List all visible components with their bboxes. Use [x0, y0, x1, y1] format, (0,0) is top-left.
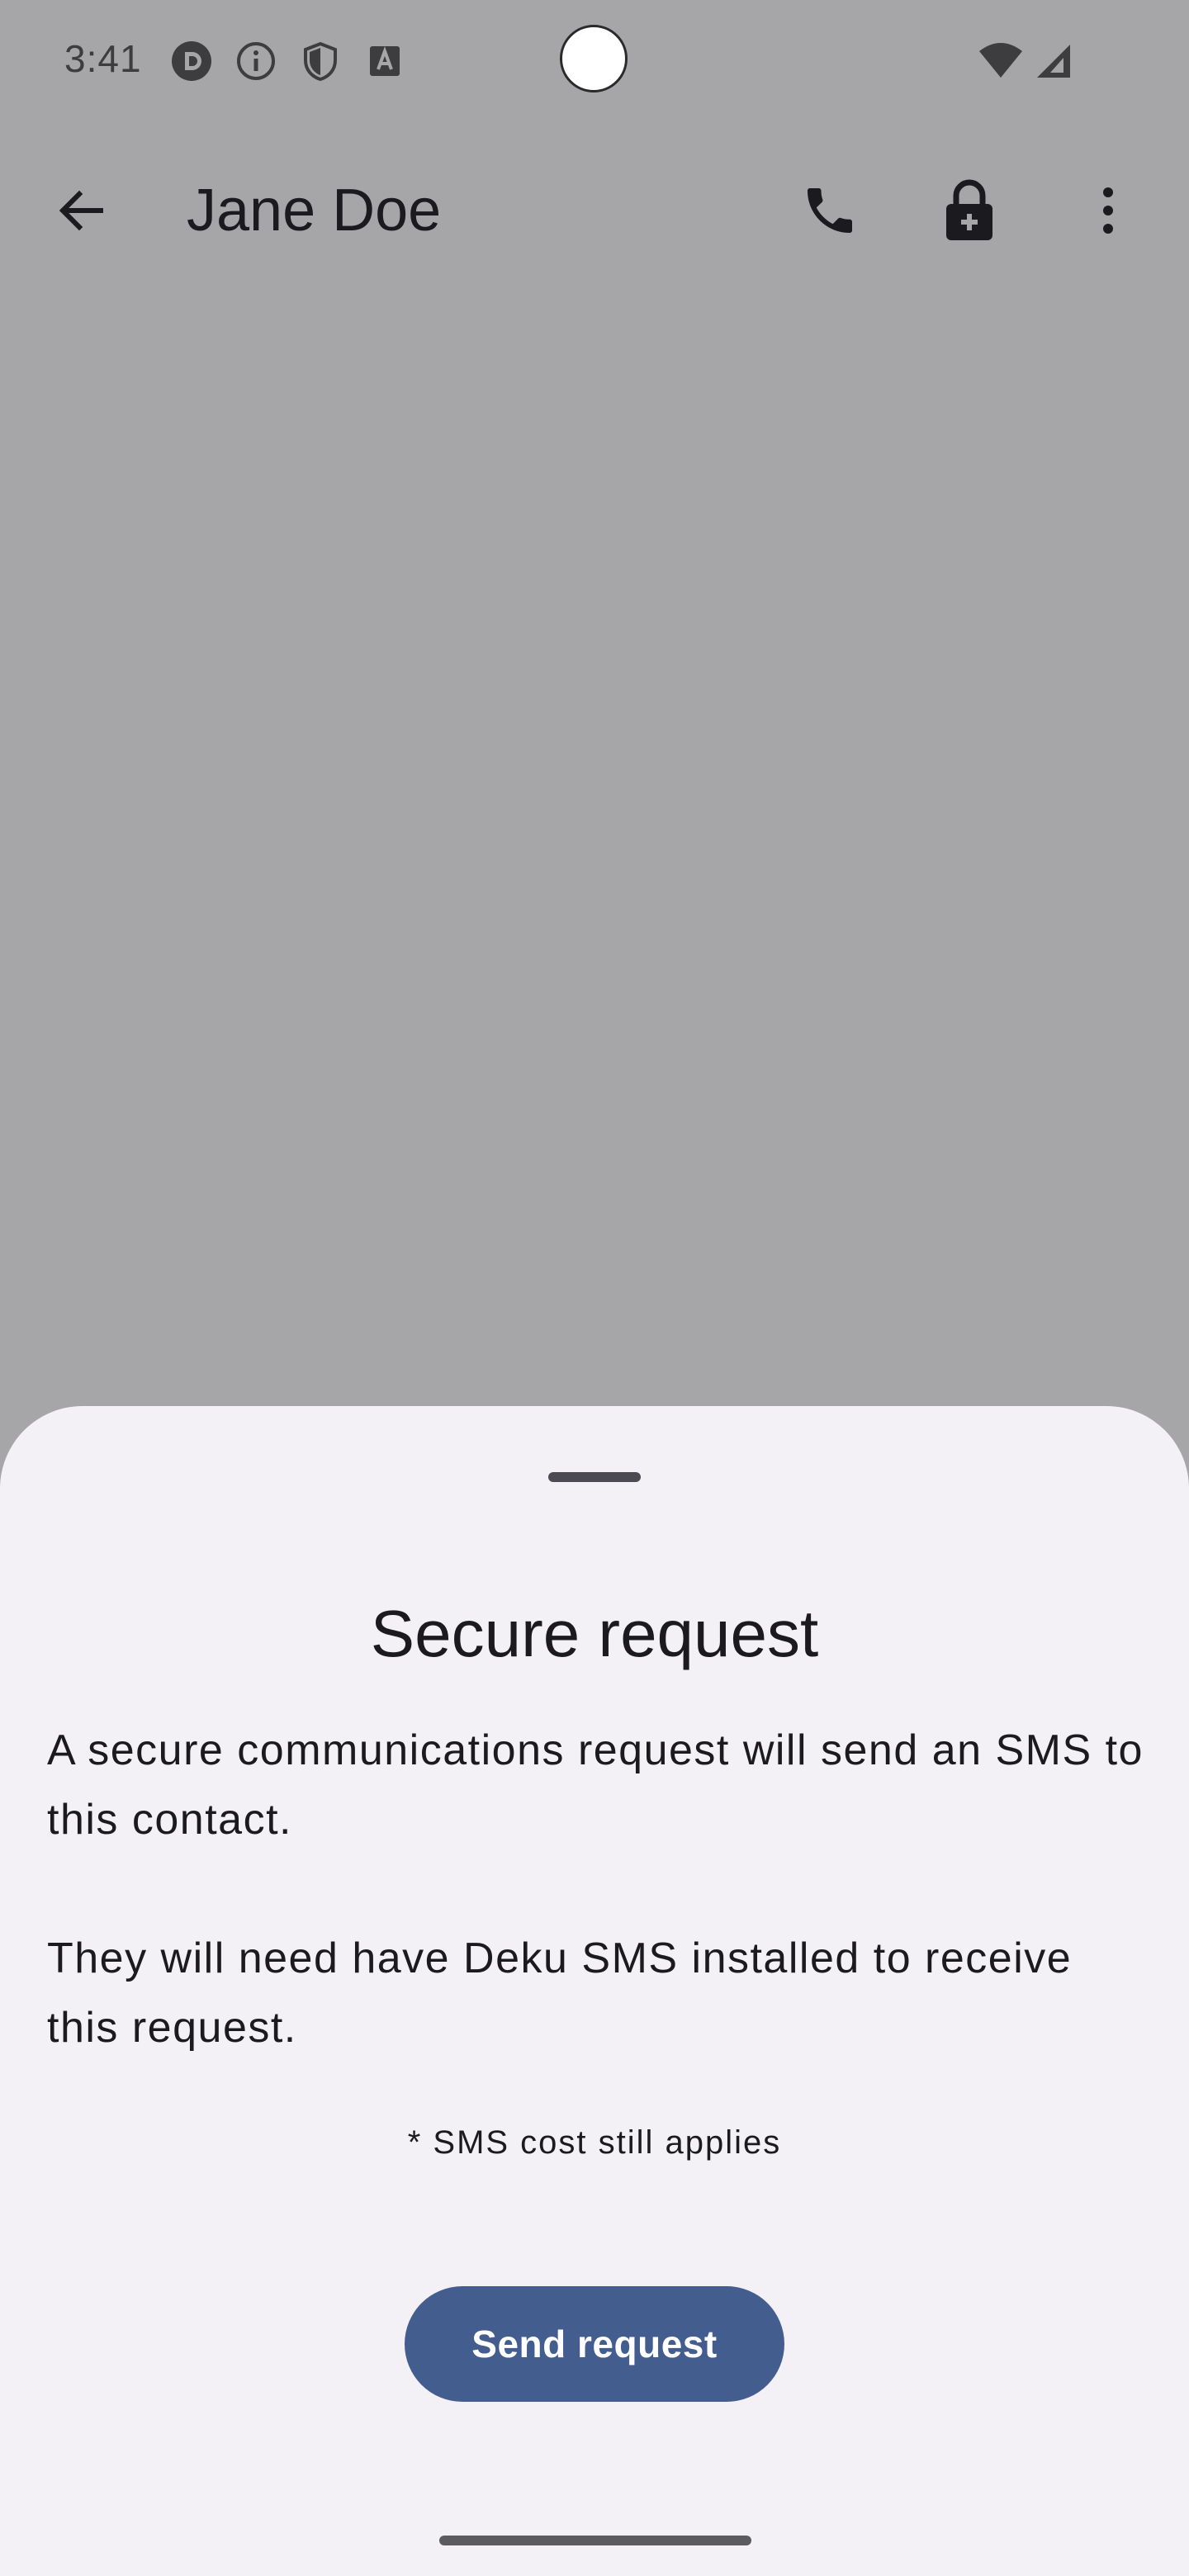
lock-plus-icon: [946, 179, 992, 240]
home-indicator[interactable]: [439, 2536, 751, 2545]
sheet-title: Secure request: [370, 1597, 819, 1670]
notification-d-icon: [170, 40, 213, 83]
secure-request-button[interactable]: [928, 169, 1011, 252]
phone-icon: [808, 188, 852, 233]
camera-cutout: [560, 25, 628, 92]
status-bar: 3:41: [0, 0, 1189, 124]
sheet-paragraph: They will need have Deku SMS installed t…: [47, 1934, 1073, 2052]
call-button[interactable]: [789, 169, 871, 252]
sms-cost-note: * SMS cost still applies: [407, 2124, 782, 2161]
contact-name-title: Jane Doe: [187, 178, 442, 244]
sheet-description: A secure communications request will sen…: [47, 1716, 1153, 2132]
status-time: 3:41: [64, 37, 142, 80]
text-a-icon: [363, 40, 406, 83]
info-icon: [234, 40, 277, 83]
cellular-signal-icon: [1032, 40, 1075, 83]
send-request-button[interactable]: Send request: [405, 2286, 784, 2402]
back-arrow-icon: [59, 190, 103, 231]
more-vert-icon: [1103, 187, 1113, 234]
drag-handle[interactable]: [548, 1472, 641, 1482]
wifi-icon: [978, 40, 1024, 83]
back-button[interactable]: [40, 169, 122, 252]
shield-icon: [299, 40, 342, 83]
sheet-paragraph: A secure communications request will sen…: [47, 1726, 1144, 1844]
secure-request-sheet: Secure request A secure communications r…: [0, 1406, 1189, 2576]
app-bar: [0, 140, 1189, 281]
more-options-button[interactable]: [1067, 169, 1149, 252]
